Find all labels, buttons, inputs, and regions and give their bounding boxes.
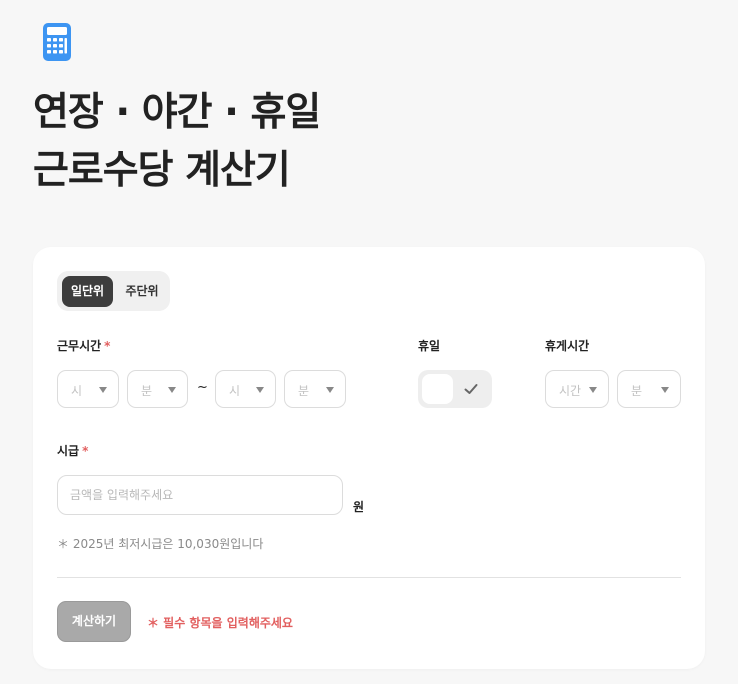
minimum-wage-note: ＊ 2025년 최저시급은 10,030원입니다 bbox=[57, 537, 264, 551]
chevron-down-icon bbox=[99, 387, 107, 393]
end-minute-placeholder: 분 bbox=[298, 384, 310, 398]
break-time-label: 휴게시간 bbox=[545, 339, 590, 353]
toggle-knob bbox=[422, 374, 453, 404]
required-mark: * bbox=[82, 444, 89, 458]
break-minute-select[interactable]: 분 bbox=[617, 370, 681, 408]
currency-unit: 원 bbox=[353, 500, 365, 514]
work-time-label: 근무시간 * bbox=[57, 337, 110, 354]
end-minute-select[interactable]: 분 bbox=[284, 370, 346, 408]
required-mark: * bbox=[104, 339, 111, 353]
tab-weekly[interactable]: 주단위 bbox=[117, 276, 167, 307]
chevron-down-icon bbox=[326, 387, 334, 393]
start-minute-select[interactable]: 분 bbox=[127, 370, 188, 408]
calculator-form-card: 일단위 주단위 근무시간 * 시 분 ~ 시 분 휴일 휴게시간 시간 분 시급 * bbox=[33, 247, 705, 669]
wage-label-text: 시급 bbox=[57, 444, 80, 458]
holiday-toggle[interactable] bbox=[418, 370, 492, 408]
divider bbox=[57, 577, 681, 578]
start-minute-placeholder: 분 bbox=[141, 384, 153, 398]
page-title-line2: 근로수당 계산기 bbox=[33, 148, 291, 193]
unit-tabs: 일단위 주단위 bbox=[57, 271, 170, 311]
start-hour-placeholder: 시 bbox=[71, 384, 83, 398]
break-hour-placeholder: 시간 bbox=[559, 384, 582, 398]
chevron-down-icon bbox=[256, 387, 264, 393]
end-hour-placeholder: 시 bbox=[229, 384, 241, 398]
chevron-down-icon bbox=[589, 387, 597, 393]
work-time-label-text: 근무시간 bbox=[57, 339, 102, 353]
hourly-wage-input[interactable] bbox=[57, 475, 343, 515]
start-hour-select[interactable]: 시 bbox=[57, 370, 119, 408]
holiday-label: 휴일 bbox=[418, 339, 441, 353]
required-fields-warning: ＊ 필수 항목을 입력해주세요 bbox=[147, 616, 293, 630]
calculate-button[interactable]: 계산하기 bbox=[57, 601, 131, 642]
page-title: 연장 · 야간 · 휴일 근로수당 계산기 bbox=[33, 84, 321, 200]
end-hour-select[interactable]: 시 bbox=[215, 370, 276, 408]
check-icon bbox=[464, 384, 478, 394]
wage-label: 시급 * bbox=[57, 442, 88, 459]
time-range-separator: ~ bbox=[197, 380, 208, 395]
chevron-down-icon bbox=[168, 387, 176, 393]
break-hour-select[interactable]: 시간 bbox=[545, 370, 609, 408]
page-title-line1: 연장 · 야간 · 휴일 bbox=[33, 90, 321, 135]
break-minute-placeholder: 분 bbox=[631, 384, 643, 398]
chevron-down-icon bbox=[661, 387, 669, 393]
tab-daily[interactable]: 일단위 bbox=[62, 276, 113, 307]
calculator-icon bbox=[43, 23, 71, 61]
